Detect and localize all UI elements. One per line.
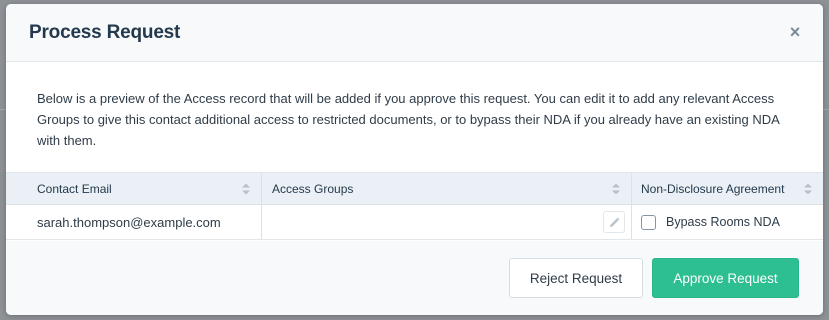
reject-request-button[interactable]: Reject Request: [509, 258, 643, 298]
edit-access-groups-button[interactable]: [603, 211, 625, 233]
modal-header: Process Request ×: [6, 4, 823, 62]
sort-icon[interactable]: [612, 183, 620, 194]
close-icon[interactable]: ×: [787, 23, 803, 41]
column-header-access-groups[interactable]: Access Groups: [262, 173, 632, 204]
process-request-modal: Process Request × Below is a preview of …: [6, 4, 823, 315]
background-divider: [823, 109, 829, 110]
column-label: Access Groups: [272, 181, 354, 196]
table-row: sarah.thompson@example.com Bypass Rooms …: [6, 205, 823, 239]
column-label: Contact Email: [37, 181, 112, 196]
contact-email: sarah.thompson@example.com: [37, 214, 221, 230]
sort-icon[interactable]: [242, 183, 250, 194]
description-text: Below is a preview of the Access record …: [37, 91, 780, 148]
column-label: Non-Disclosure Agreement: [641, 181, 785, 196]
approve-request-button[interactable]: Approve Request: [652, 258, 799, 298]
bypass-nda-label[interactable]: Bypass Rooms NDA: [666, 215, 780, 229]
modal-footer: Reject Request Approve Request: [6, 241, 823, 315]
column-header-nda[interactable]: Non-Disclosure Agreement: [632, 173, 823, 204]
sort-icon[interactable]: [804, 183, 812, 194]
access-groups-cell: [262, 205, 632, 239]
pencil-icon: [609, 217, 619, 227]
column-header-contact-email[interactable]: Contact Email: [6, 173, 262, 204]
bypass-nda-checkbox[interactable]: [641, 214, 656, 230]
email-cell: sarah.thompson@example.com: [6, 205, 262, 239]
modal-title: Process Request: [29, 22, 181, 43]
nda-cell: Bypass Rooms NDA: [632, 205, 823, 239]
table-header: Contact Email Access Groups Non-Disclosu…: [6, 173, 823, 205]
access-record-table: Contact Email Access Groups Non-Disclosu…: [6, 172, 823, 240]
